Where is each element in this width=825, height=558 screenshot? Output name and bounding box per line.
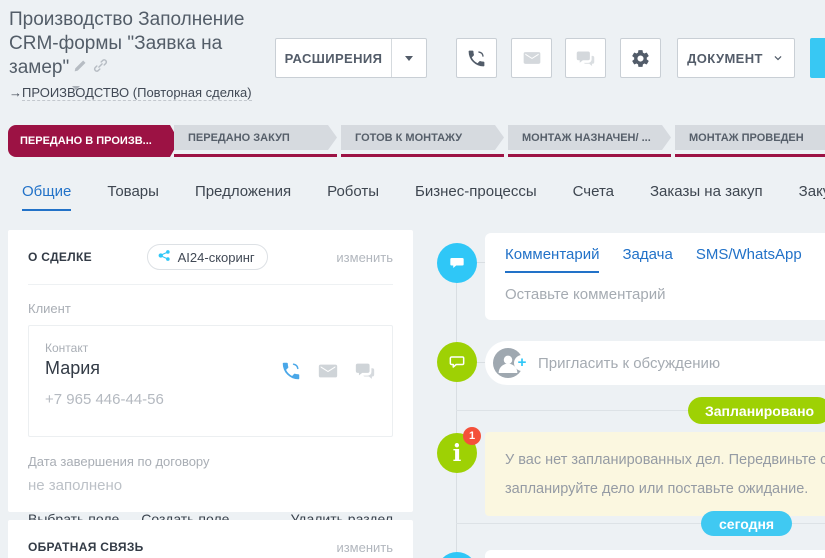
composer-tab-comment[interactable]: Комментарий [505,246,599,273]
tab-biznes-processy[interactable]: Бизнес-процессы [415,183,537,211]
gear-icon [630,48,651,69]
call-button[interactable] [456,38,497,78]
contract-date-value: не заполнено [28,477,393,494]
chevron-down-icon [771,51,785,65]
chat-bubbles-icon [575,48,596,69]
extensions-button-label: РАСШИРЕНИЯ [276,51,391,66]
discussion-stream-icon [437,342,477,382]
page-title-text: Производство Заполнение CRM-формы "Заявк… [9,9,244,78]
divider [28,284,393,285]
primary-action-button[interactable] [810,38,825,78]
client-field-label: Клиент [28,301,393,316]
contact-chat-icon[interactable] [354,360,376,387]
extensions-button[interactable]: РАСШИРЕНИЯ [275,38,427,78]
phone-icon [466,48,487,69]
stage-underline [675,154,825,157]
stage-peredano-v-proizvodstvo[interactable]: ПЕРЕДАНО В ПРОИЗВ... [8,125,170,157]
comment-stream-icon [437,243,477,283]
pipeline-selector-label: ПРОИЗВОДСТВО (Повторная сделка) [22,85,252,101]
tab-scheta[interactable]: Счета [573,183,614,211]
ai-scoring-label: AI24-скоринг [178,250,255,265]
email-button[interactable] [511,38,552,78]
document-button[interactable]: ДОКУМЕНТ [677,38,795,78]
edit-title-icon[interactable] [73,56,87,80]
pipeline-caret-icon [72,86,80,90]
timeline-entry-icon [437,552,477,558]
crm-deal-page: Производство Заполнение CRM-формы "Заявк… [0,0,825,558]
contact-type-label: Контакт [45,341,376,355]
timeline-composer: Комментарий Задача SMS/WhatsApp Пис Оста… [485,233,825,320]
molecule-icon [157,248,172,266]
stage-bar: ПЕРЕДАНО В ПРОИЗВ... ПЕРЕДАНО ЗАКУП ГОТО… [8,125,825,157]
stage-gotov-k-montazhu[interactable]: ГОТОВ К МОНТАЖУ [341,125,504,157]
notice-text-line1: У вас нет запланированных дел. Передвинь… [505,446,825,475]
composer-tab-sms-whatsapp[interactable]: SMS/WhatsApp [696,246,802,273]
planned-section-badge: Запланировано [688,397,825,424]
feedback-card-title: ОБРАТНАЯ СВЯЗЬ [28,540,144,554]
today-date-badge: сегодня [701,511,792,536]
add-user-plus-icon: + [514,355,530,371]
tab-tovary[interactable]: Товары [107,183,159,211]
edit-deal-link[interactable]: изменить [336,250,393,265]
copy-link-icon[interactable] [93,56,108,80]
contact-phone-value: +7 965 446-44-56 [45,391,376,408]
pipeline-selector[interactable]: →ПРОИЗВОДСТВО (Повторная сделка) [9,83,271,102]
tab-obschie[interactable]: Общие [22,183,71,211]
pipeline-arrow: → [9,85,22,100]
stage-underline [341,154,504,157]
speech-bubble-icon [447,253,467,273]
composer-tab-task[interactable]: Задача [622,246,672,273]
envelope-icon [522,48,542,68]
contact-card: Контакт Мария +7 965 446-44-56 [28,325,393,437]
info-icon: i [453,442,462,465]
messenger-button[interactable] [565,38,606,78]
tab-roboty[interactable]: Роботы [327,183,379,211]
deal-card-title: О СДЕЛКЕ [28,250,92,264]
stage-underline [508,154,671,157]
settings-button[interactable] [620,38,661,78]
contract-date-label: Дата завершения по договору [28,454,393,469]
page-title: Производство Заполнение CRM-формы "Заявк… [9,8,271,80]
comment-input[interactable]: Оставьте комментарий [505,286,825,303]
caret-down-icon [405,56,413,61]
stage-label: МОНТАЖ ПРОВЕДЕН [675,125,825,150]
notice-text-line2: запланируйте дело или поставьте ожидание… [505,475,825,504]
no-planned-activities-notice: У вас нет запланированных дел. Передвинь… [485,432,825,516]
stage-label: ГОТОВ К МОНТАЖУ [341,125,504,150]
stage-underline [174,154,337,157]
tab-zakazy-na-zakup[interactable]: Заказы на закуп [650,183,763,211]
stage-label: МОНТАЖ НАЗНАЧЕН/ ... [508,125,671,150]
edit-feedback-link[interactable]: изменить [336,540,393,555]
stage-montazh-naznachen[interactable]: МОНТАЖ НАЗНАЧЕН/ ... [508,125,671,157]
ai-scoring-badge[interactable]: AI24-скоринг [147,244,268,270]
speech-bubble-outline-icon [447,352,467,372]
extensions-dropdown-button[interactable] [391,39,426,77]
invite-to-discussion-button[interactable]: + Пригласить к обсуждению [485,341,825,385]
stage-peredano-zakup[interactable]: ПЕРЕДАНО ЗАКУП [174,125,337,157]
stage-montazh-proveden[interactable]: МОНТАЖ ПРОВЕДЕН [675,125,825,157]
timeline-entry-card [485,550,825,558]
title-block: Производство Заполнение CRM-формы "Заявк… [9,8,271,102]
tab-zakup[interactable]: Закуп [799,183,825,211]
document-button-label: ДОКУМЕНТ [687,51,763,66]
notification-count-badge: 1 [463,427,481,445]
contact-email-icon[interactable] [317,360,339,387]
contact-call-icon[interactable] [280,360,302,387]
deal-info-card: О СДЕЛКЕ AI24-скоринг изменить Клиент Ко… [8,230,413,512]
stage-label: ПЕРЕДАНО В ПРОИЗВ... [20,135,152,147]
tab-predlozheniya[interactable]: Предложения [195,183,291,211]
stage-label: ПЕРЕДАНО ЗАКУП [174,125,337,150]
invite-to-discussion-label: Пригласить к обсуждению [538,355,720,372]
deal-tabs: Общие Товары Предложения Роботы Бизнес-п… [22,183,825,211]
feedback-card: ОБРАТНАЯ СВЯЗЬ изменить [8,520,413,558]
